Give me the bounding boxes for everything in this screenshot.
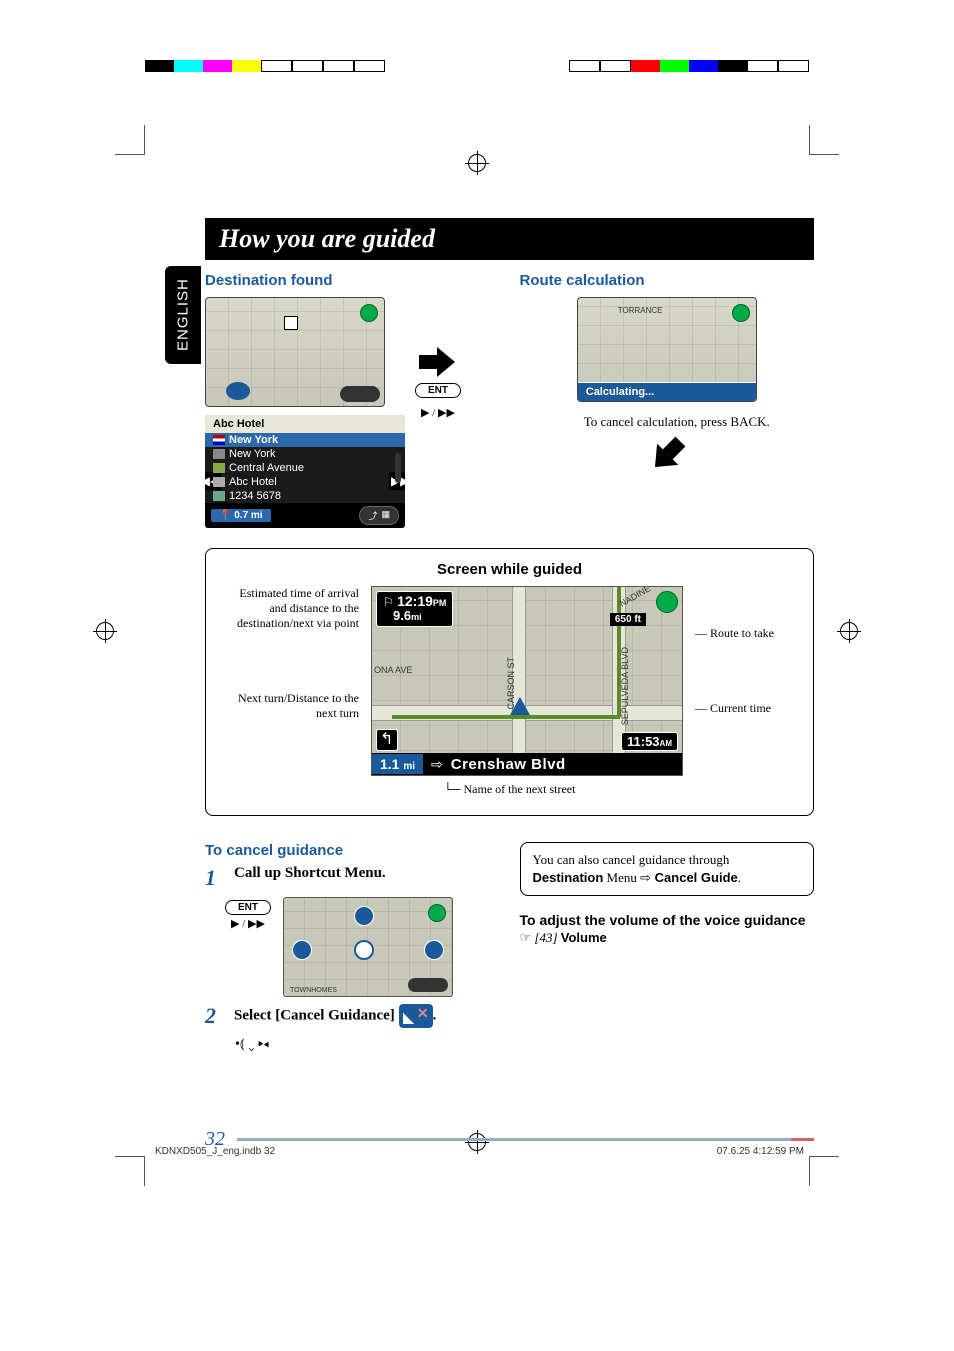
map-street-sepulveda: SEPULVEDA BLVD [620, 647, 630, 725]
info-line-city: New York [205, 447, 405, 461]
road-icon [213, 463, 225, 473]
guided-box-title: Screen while guided [224, 561, 795, 578]
callout-current-time: — Current time [695, 701, 795, 716]
softkey-icon [408, 978, 448, 992]
arrow-right-icon [419, 347, 457, 377]
callout-next-street-name: └─ Name of the next street [224, 782, 795, 797]
map-text-torrance: TORRANCE [618, 306, 663, 315]
volume-reference: ☞ [43] Volume [520, 930, 815, 946]
registration-mark-icon [840, 622, 858, 640]
compass-icon [732, 304, 750, 322]
map-destination-thumbnail [205, 297, 385, 407]
softkey-icon [340, 386, 380, 402]
callout-next-turn: Next turn/Distance to the next turn [224, 691, 359, 721]
crop-mark [115, 1156, 145, 1186]
turn-distance: 1.1 mi [372, 754, 423, 774]
phone-icon [213, 491, 225, 501]
next-street-name: Crenshaw Blvd [451, 756, 566, 773]
destination-info-card: ▮◀◀ ▶▶▮ Abc Hotel New York New York Cent… [205, 415, 405, 528]
footer-timestamp: 07.6.25 4:12:59 PM [717, 1146, 804, 1157]
calculating-status: Calculating... [578, 382, 756, 401]
hotel-icon [213, 477, 225, 487]
distance-badge: 📍 0.7 mi [211, 509, 271, 522]
crop-mark [115, 125, 145, 155]
heading-destination-found: Destination found [205, 272, 500, 289]
page-rule [237, 1138, 814, 1141]
map-street-ona: ONA AVE [374, 665, 412, 675]
ent-button[interactable]: ENT [225, 900, 271, 915]
scrollbar-icon [395, 453, 401, 483]
destination-marker-icon [284, 316, 298, 330]
via-flag-icon: ⚐ [383, 595, 394, 609]
shortcut-menu-screenshot: TOWNHOMES [283, 897, 453, 997]
shortcut-icon [354, 906, 374, 926]
shortcut-center-icon [354, 940, 374, 960]
cancel-guidance-icon [399, 1004, 433, 1028]
crop-mark [809, 125, 839, 155]
map-street-carson: CARSON ST [506, 657, 516, 710]
compass-icon [428, 904, 446, 922]
shortcut-icon [292, 940, 312, 960]
jog-dial-icon: •⦅ ⌄ ▸◂ [235, 1037, 269, 1053]
callout-route: — Route to take [695, 626, 795, 641]
cancel-guidance-callout: You can also cancel guidance through Des… [520, 842, 815, 896]
heading-route-calculation: Route calculation [520, 272, 815, 289]
registration-mark-icon [468, 154, 486, 172]
flag-icon [213, 435, 225, 445]
callout-eta: Estimated time of arrival and distance t… [224, 586, 359, 631]
heading-cancel-guidance: To cancel guidance [205, 842, 500, 859]
arrow-down-icon [643, 431, 691, 479]
pointer-icon: ☞ [520, 930, 532, 945]
next-arrow-icon: ⇨ [431, 756, 443, 773]
crop-mark [809, 1156, 839, 1186]
language-tab: ENGLISH [165, 266, 201, 364]
play-nav-glyph: ▶ / ▶▶ [421, 406, 455, 419]
page-title: How you are guided [205, 218, 814, 260]
compass-icon [360, 304, 378, 322]
position-marker-icon [226, 382, 250, 400]
route-icon: ⤴ [368, 509, 377, 522]
turn-direction-icon [376, 729, 398, 751]
current-time-display: 11:53AM [621, 732, 678, 751]
step-number-2: 2 [205, 1003, 216, 1029]
info-card-title: Abc Hotel [205, 415, 405, 433]
cancel-calculation-note: To cancel calculation, press BACK. [540, 414, 815, 430]
guided-screen-box: Screen while guided Estimated time of ar… [205, 548, 814, 816]
map-icon: ▦ [381, 509, 390, 522]
step-2-text: Select [Cancel Guidance] . [234, 1004, 436, 1028]
shortcut-icon [424, 940, 444, 960]
heading-adjust-volume: To adjust the volume of the voice guidan… [520, 912, 815, 928]
info-line-street: Central Avenue [205, 461, 405, 475]
map-text-townhomes: TOWNHOMES [290, 987, 337, 994]
ent-button[interactable]: ENT [415, 383, 461, 398]
registration-mark-icon [96, 622, 114, 640]
step-1-text: Call up Shortcut Menu. [234, 865, 386, 882]
map-calculating-thumbnail: TORRANCE Calculating... [577, 297, 757, 402]
compass-icon [656, 591, 678, 613]
info-line-name: Abc Hotel [205, 475, 405, 489]
guided-map-screenshot: ⚐ 12:19PM 9.6mi 650 ft ONA AVE CARSON ST… [371, 586, 683, 776]
softkey-pill: ⤴▦ [359, 506, 399, 525]
color-bar-left [145, 60, 385, 72]
info-line-country: New York [205, 433, 405, 447]
map-scale: 650 ft [610, 613, 646, 626]
eta-display: ⚐ 12:19PM 9.6mi [376, 591, 453, 627]
route-line [392, 715, 620, 719]
footer-filename: KDNXD505_J_eng.indb 32 [155, 1146, 275, 1157]
step-number-1: 1 [205, 865, 216, 891]
play-nav-glyph: ▶ / ▶▶ [225, 917, 271, 930]
city-icon [213, 449, 225, 459]
info-line-phone: 1234 5678 [205, 489, 405, 503]
color-bar-right [569, 60, 809, 72]
